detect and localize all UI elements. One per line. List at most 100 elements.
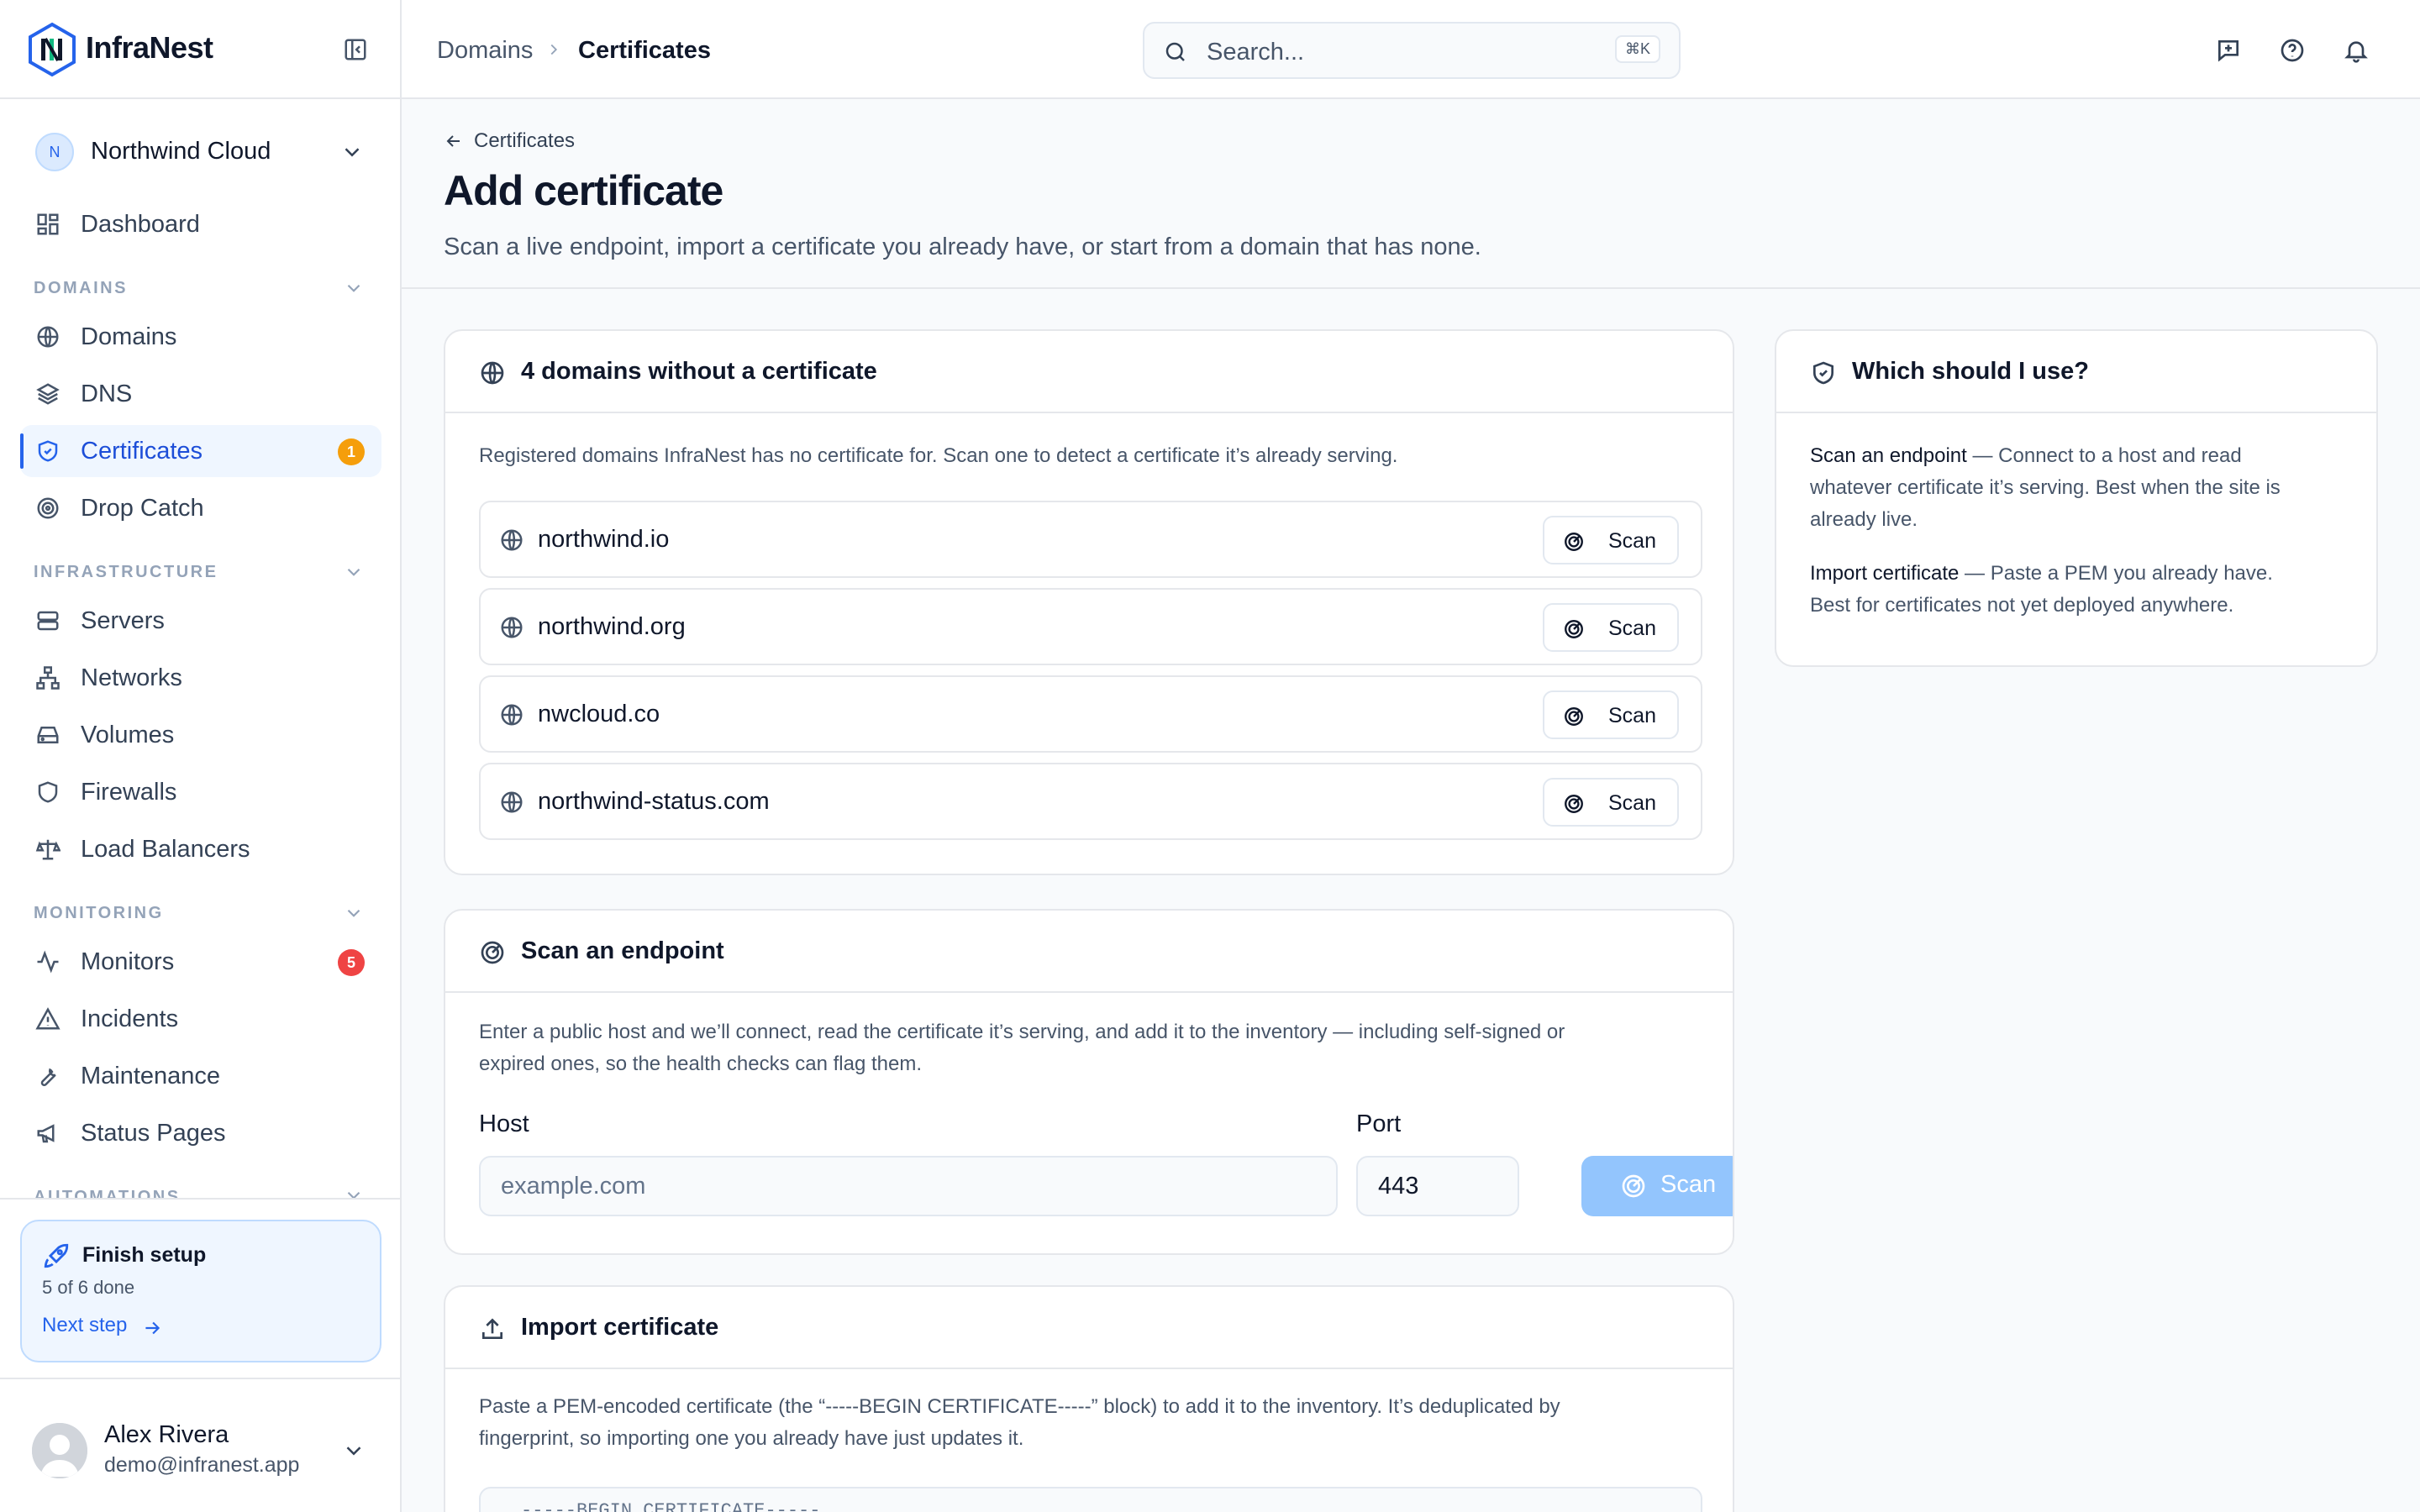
back-link[interactable]: Certificates bbox=[474, 129, 575, 153]
collapse-sidebar-icon[interactable] bbox=[343, 37, 368, 62]
chevron-down-icon[interactable] bbox=[343, 561, 365, 583]
user-menu[interactable]: Alex Rivera demo@infranest.app bbox=[0, 1378, 400, 1512]
scan-domain-button[interactable]: Scan bbox=[1543, 690, 1679, 739]
domain-name: northwind-status.com bbox=[538, 788, 770, 815]
pem-textarea[interactable]: -----BEGIN CERTIFICATE----- bbox=[479, 1487, 1702, 1512]
bell-icon[interactable] bbox=[2343, 37, 2370, 64]
sidebar-item-label: Status Pages bbox=[81, 1120, 226, 1147]
radar-icon bbox=[1563, 531, 1585, 553]
main-content: 4 domains without a certificate Register… bbox=[402, 289, 2420, 1512]
brand-name: InfraNest bbox=[86, 30, 213, 65]
help-import-text: — Paste a PEM you already have. bbox=[1959, 562, 2273, 585]
domains-without-cert-card: 4 domains without a certificate Register… bbox=[444, 329, 1734, 875]
breadcrumb-certificates: Certificates bbox=[578, 37, 711, 64]
globe-icon bbox=[499, 528, 524, 553]
domain-row: nwcloud.co Scan bbox=[479, 675, 1702, 753]
sidebar-item-label: Networks bbox=[81, 664, 182, 691]
scan-label: Scan bbox=[1608, 791, 1656, 815]
shield-icon bbox=[35, 780, 60, 805]
section-infrastructure: INFRASTRUCTURE bbox=[34, 563, 218, 581]
sidebar-item-label: Volumes bbox=[81, 722, 175, 748]
chevron-down-icon bbox=[339, 139, 365, 165]
card-header: Scan an endpoint bbox=[445, 911, 1733, 993]
sidebar-item-monitors[interactable]: Monitors 5 bbox=[20, 936, 381, 988]
domain-row: northwind-status.com Scan bbox=[479, 763, 1702, 840]
port-input[interactable] bbox=[1356, 1156, 1519, 1216]
scan-label: Scan bbox=[1608, 617, 1656, 640]
section-domains: DOMAINS bbox=[34, 279, 128, 297]
globe-icon bbox=[499, 702, 524, 727]
org-switcher[interactable]: N Northwind Cloud bbox=[20, 128, 376, 176]
scan-label: Scan bbox=[1608, 529, 1656, 553]
app-root: InfraNest N Northwind Cloud Dashboard DO… bbox=[0, 0, 2420, 1512]
sidebar-item-drop-catch[interactable]: Drop Catch bbox=[20, 482, 381, 534]
user-email: demo@infranest.app bbox=[104, 1453, 300, 1477]
scan-domain-button[interactable]: Scan bbox=[1543, 516, 1679, 564]
arrow-left-icon[interactable] bbox=[444, 131, 464, 151]
card-description-line2: fingerprint, so importing one you alread… bbox=[479, 1427, 1024, 1450]
sidebar-item-load-balancers[interactable]: Load Balancers bbox=[20, 823, 381, 875]
help-import-line1: Import certificate — Paste a PEM you alr… bbox=[1810, 558, 2273, 590]
breadcrumb-domains[interactable]: Domains bbox=[437, 37, 533, 65]
monitors-badge: 5 bbox=[338, 949, 365, 976]
sidebar-item-incidents[interactable]: Incidents bbox=[20, 993, 381, 1045]
sidebar-item-networks[interactable]: Networks bbox=[20, 652, 381, 704]
card-description-line1: Enter a public host and we’ll connect, r… bbox=[479, 1021, 1565, 1043]
radar-icon bbox=[1563, 793, 1585, 815]
sidebar-item-status-pages[interactable]: Status Pages bbox=[20, 1107, 381, 1159]
sidebar-item-firewalls[interactable]: Firewalls bbox=[20, 766, 381, 818]
shield-check-icon bbox=[1810, 360, 1837, 386]
globe-icon bbox=[499, 615, 524, 640]
sidebar-item-domains[interactable]: Domains bbox=[20, 311, 381, 363]
divider bbox=[0, 1198, 400, 1200]
help-icon[interactable] bbox=[2279, 37, 2306, 64]
sidebar-item-volumes[interactable]: Volumes bbox=[20, 709, 381, 761]
sidebar-item-certificates[interactable]: Certificates 1 bbox=[20, 425, 381, 477]
scan-domain-button[interactable]: Scan bbox=[1543, 603, 1679, 652]
target-icon bbox=[35, 496, 60, 521]
scan-button-label: Scan bbox=[1660, 1171, 1717, 1198]
rocket-icon bbox=[42, 1242, 71, 1270]
scan-domain-button[interactable]: Scan bbox=[1543, 778, 1679, 827]
host-label: Host bbox=[479, 1110, 529, 1137]
search-input[interactable]: Search... ⌘K bbox=[1143, 22, 1681, 79]
page-description: Scan a live endpoint, import a certifica… bbox=[444, 234, 1481, 260]
sidebar-item-maintenance[interactable]: Maintenance bbox=[20, 1050, 381, 1102]
domain-name: nwcloud.co bbox=[538, 701, 660, 727]
top-header: Domains Certificates Search... ⌘K bbox=[402, 0, 2420, 99]
card-title: 4 domains without a certificate bbox=[521, 358, 877, 385]
feedback-icon[interactable] bbox=[2215, 37, 2242, 64]
infranest-logo-icon[interactable] bbox=[27, 22, 77, 77]
page-header: Certificates Add certificate Scan a live… bbox=[402, 99, 2420, 289]
scale-icon bbox=[35, 837, 60, 862]
sidebar-item-label: Drop Catch bbox=[81, 495, 204, 522]
radar-icon bbox=[479, 939, 506, 966]
search-placeholder: Search... bbox=[1207, 39, 1305, 66]
domain-name: northwind.org bbox=[538, 613, 686, 640]
certificates-badge: 1 bbox=[338, 438, 365, 465]
card-header: Import certificate bbox=[445, 1287, 1733, 1369]
globe-icon bbox=[35, 324, 60, 349]
next-step-link[interactable]: Next step bbox=[42, 1314, 127, 1337]
setup-title: Finish setup bbox=[82, 1243, 207, 1267]
activity-icon bbox=[35, 949, 60, 974]
radar-icon bbox=[1563, 706, 1585, 727]
sidebar-item-label: Firewalls bbox=[81, 779, 177, 806]
server-icon bbox=[35, 608, 60, 633]
sidebar-item-dns[interactable]: DNS bbox=[20, 368, 381, 420]
chevron-down-icon[interactable] bbox=[343, 902, 365, 924]
chevron-down-icon[interactable] bbox=[343, 277, 365, 299]
wrench-icon bbox=[35, 1063, 60, 1089]
megaphone-icon bbox=[35, 1121, 60, 1146]
port-label: Port bbox=[1356, 1110, 1402, 1137]
shield-check-icon bbox=[35, 438, 60, 464]
host-input[interactable] bbox=[479, 1156, 1338, 1216]
radar-icon bbox=[1563, 618, 1585, 640]
sidebar-item-servers[interactable]: Servers bbox=[20, 595, 381, 647]
card-header: Which should I use? bbox=[1776, 331, 2376, 413]
sidebar-item-dashboard[interactable]: Dashboard bbox=[20, 198, 381, 250]
alert-triangle-icon bbox=[35, 1006, 60, 1032]
scan-endpoint-button[interactable]: Scan bbox=[1581, 1156, 1733, 1216]
chevron-right-icon bbox=[544, 40, 563, 59]
user-name: Alex Rivera bbox=[104, 1421, 229, 1448]
